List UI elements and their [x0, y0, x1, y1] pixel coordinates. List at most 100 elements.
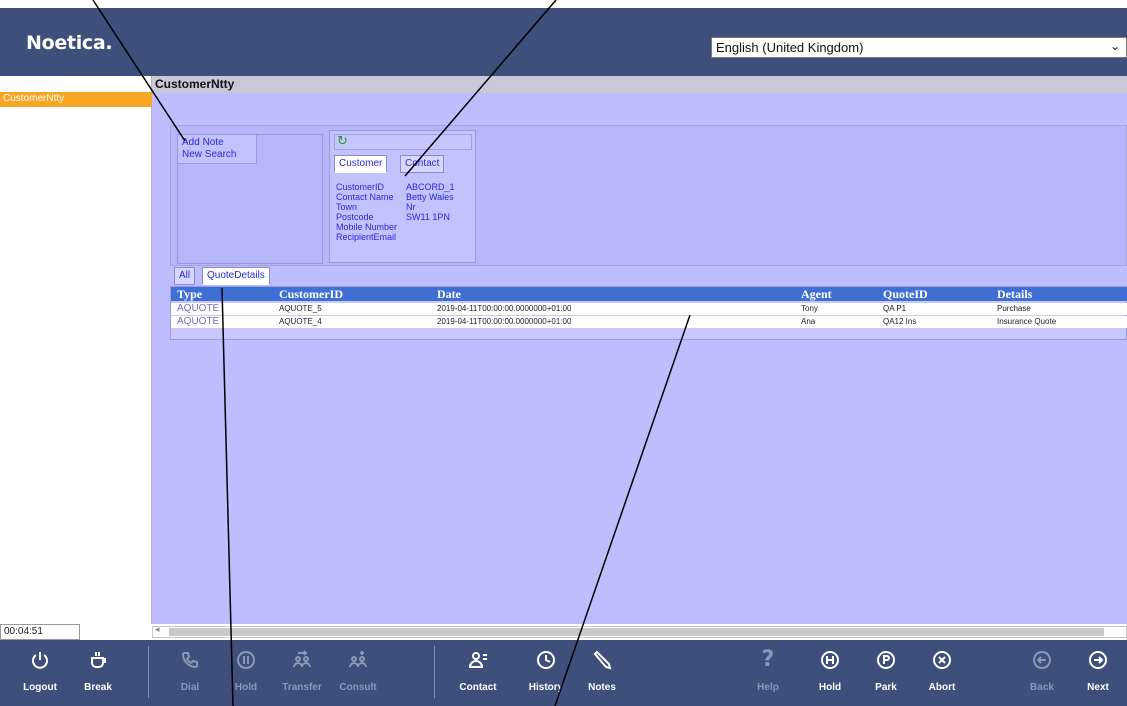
column-header-quoteid[interactable]: QuoteID [883, 287, 928, 301]
break-label: Break [84, 682, 112, 693]
app-window: Noetica. English (United Kingdom) ⌄ Cust… [0, 0, 1127, 706]
back-arrow-icon [1032, 650, 1052, 670]
field-value: ABCORD_1 [406, 182, 455, 192]
hold-button-disabled[interactable]: Hold [218, 640, 274, 706]
cell-date: 2019-04-11T00:00:00.0000000+01:00 [437, 304, 572, 313]
help-label: Help [757, 682, 779, 693]
field-row: Town Nr [336, 202, 476, 212]
logout-button[interactable]: Logout [12, 640, 68, 706]
park-p-icon [876, 650, 896, 670]
left-panel-item-customerntty[interactable]: CustomerNtty [0, 92, 152, 107]
table-row[interactable]: AQUOTE AQUOTE_4 2019-04-11T00:00:00.0000… [171, 316, 1127, 328]
history-label: History [528, 682, 564, 693]
left-panel: CustomerNtty [0, 76, 152, 624]
cell-details: Purchase [997, 304, 1031, 313]
clock-icon [536, 650, 556, 670]
column-header-details[interactable]: Details [997, 287, 1032, 301]
column-header-agent[interactable]: Agent [801, 287, 832, 301]
field-row: CustomerID ABCORD_1 [336, 182, 476, 192]
help-button[interactable]: ? Help [740, 640, 796, 706]
contact-icon [468, 650, 488, 670]
abort-button[interactable]: Abort [914, 640, 970, 706]
toolbar-divider [148, 646, 149, 698]
chevron-down-icon[interactable]: ⌄ [1110, 39, 1120, 53]
refresh-icon[interactable]: ↻ [334, 134, 472, 150]
consult-label: Consult [339, 682, 377, 693]
field-row: RecipientEmail [336, 232, 476, 242]
phone-icon [180, 650, 200, 670]
column-header-customerid[interactable]: CustomerID [279, 287, 343, 301]
coffee-cup-icon [88, 650, 108, 670]
field-value: Betty Wales [406, 192, 454, 202]
column-header-type[interactable]: Type [177, 287, 202, 301]
transfer-button[interactable]: Transfer [274, 640, 330, 706]
contact-button[interactable]: Contact [450, 640, 506, 706]
top-frame: Add Note New Search ↻ Customer Contact C… [170, 125, 1127, 266]
history-button[interactable]: History [518, 640, 574, 706]
field-label: Contact Name [336, 192, 394, 202]
transfer-icon [292, 650, 312, 670]
field-label: CustomerID [336, 182, 385, 192]
field-row: Postcode SW11 1PN [336, 212, 476, 222]
quote-grid: Type CustomerID Date Agent QuoteID Detai… [170, 286, 1127, 340]
dial-button[interactable]: Dial [162, 640, 218, 706]
cell-customerid: AQUOTE_4 [279, 317, 322, 326]
cell-customerid: AQUOTE_5 [279, 304, 322, 313]
cell-agent: Tony [801, 304, 818, 313]
field-row: Contact Name Betty Wales [336, 192, 476, 202]
field-value: Nr [406, 202, 416, 212]
hold-label: Hold [818, 682, 842, 693]
question-icon: ? [761, 647, 775, 672]
park-label: Park [875, 682, 897, 693]
logout-label: Logout [23, 682, 57, 693]
cell-date: 2019-04-11T00:00:00.0000000+01:00 [437, 317, 572, 326]
language-select[interactable]: English (United Kingdom) ⌄ [711, 37, 1127, 58]
consult-button[interactable]: Consult [330, 640, 386, 706]
field-row: Mobile Number [336, 222, 476, 232]
scroll-left-icon[interactable]: ◂ [155, 625, 160, 635]
abort-x-icon [932, 650, 952, 670]
field-label: Postcode [336, 212, 374, 222]
new-search-link[interactable]: New Search [182, 149, 252, 161]
next-arrow-icon [1088, 650, 1108, 670]
abort-label: Abort [928, 682, 956, 693]
table-row[interactable]: AQUOTE AQUOTE_5 2019-04-11T00:00:00.0000… [171, 303, 1127, 315]
back-button[interactable]: Back [1014, 640, 1070, 706]
language-select-value: English (United Kingdom) [716, 40, 864, 55]
tab-all[interactable]: All [174, 267, 196, 285]
hold-button[interactable]: Hold [802, 640, 858, 706]
actions-box: Add Note New Search [177, 134, 257, 164]
add-note-link[interactable]: Add Note [182, 137, 252, 149]
horizontal-scrollbar[interactable]: ◂ [152, 625, 1127, 638]
cell-agent: Ana [801, 317, 816, 326]
notes-button[interactable]: Notes [574, 640, 630, 706]
consult-icon [348, 650, 368, 670]
dial-label: Dial [180, 682, 200, 693]
park-button[interactable]: Park [858, 640, 914, 706]
next-button[interactable]: Next [1070, 640, 1126, 706]
cell-type: AQUOTE [177, 303, 220, 314]
customer-detail-card: ↻ Customer Contact CustomerID ABCORD_1 C… [329, 130, 476, 263]
tab-customer[interactable]: Customer [334, 155, 388, 173]
customer-fields: CustomerID ABCORD_1 Contact Name Betty W… [336, 182, 476, 242]
call-timer: 00:04:51 [0, 624, 80, 640]
cell-type: AQUOTE [177, 316, 220, 327]
status-row: 00:04:51 ◂ [0, 624, 1127, 640]
tab-contact[interactable]: Contact [400, 155, 445, 173]
cell-details: Insurance Quote [997, 317, 1057, 326]
field-label: Mobile Number [336, 222, 398, 232]
pause-icon [236, 650, 256, 670]
tab-quotedetails[interactable]: QuoteDetails [202, 267, 270, 285]
column-header-date[interactable]: Date [437, 287, 461, 301]
back-label: Back [1030, 682, 1054, 693]
page-title: CustomerNtty [152, 76, 1127, 93]
scrollbar-thumb[interactable] [169, 628, 1104, 636]
grid-header: Type CustomerID Date Agent QuoteID Detai… [171, 287, 1127, 301]
notes-label: Notes [588, 682, 616, 693]
field-label: RecipientEmail [336, 232, 397, 242]
power-icon [30, 650, 50, 670]
break-button[interactable]: Break [70, 640, 126, 706]
transfer-label: Transfer [282, 682, 322, 693]
cell-quoteid: QA12 Ins [883, 317, 917, 326]
bottom-toolbar: Logout Break Dial Hold Transfer Consult … [0, 640, 1127, 706]
